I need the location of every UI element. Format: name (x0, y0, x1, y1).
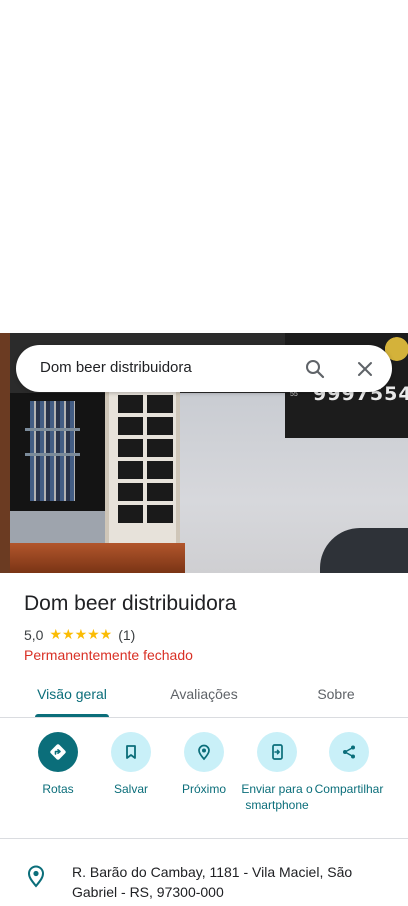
directions-icon (38, 732, 78, 772)
tab-about[interactable]: Sobre (310, 686, 362, 702)
nearby-icon (184, 732, 224, 772)
location-pin-icon (26, 864, 46, 888)
tab-bar: Visão geral Avaliações Sobre (0, 676, 408, 718)
rating-row[interactable]: 5,0 ★★★★★ (1) (24, 626, 135, 643)
photo-shelves (30, 401, 75, 501)
map-blank-area (0, 0, 408, 333)
place-title: Dom beer distribuidora (24, 592, 237, 615)
status-badge: Permanentemente fechado (24, 647, 193, 663)
star-rating-icon: ★★★★★ (49, 626, 113, 642)
save-button[interactable]: Salvar (91, 730, 171, 797)
close-icon[interactable] (353, 357, 377, 381)
tab-active-indicator (35, 714, 109, 717)
photo-door-glass (118, 393, 173, 523)
address-row[interactable]: R. Barão do Cambay, 1181 - Vila Maciel, … (0, 856, 408, 906)
photo-floor (5, 511, 110, 543)
send-to-phone-label: Enviar para o smartphone (241, 782, 313, 812)
send-to-phone-icon (257, 732, 297, 772)
review-count: (1) (118, 626, 136, 643)
photo-frame (0, 333, 10, 573)
rating-value: 5,0 (24, 626, 44, 643)
share-button[interactable]: Compartilhar (309, 730, 389, 797)
search-icon[interactable] (303, 357, 327, 381)
search-bar[interactable]: Dom beer distribuidora (16, 345, 392, 392)
share-label: Compartilhar (314, 782, 384, 796)
bookmark-icon (111, 732, 151, 772)
nearby-label: Próximo (181, 782, 226, 796)
tab-reviews[interactable]: Avaliações (166, 686, 242, 702)
photo-step (0, 543, 185, 573)
save-label: Salvar (113, 782, 148, 796)
search-input[interactable]: Dom beer distribuidora (40, 359, 192, 376)
directions-button[interactable]: Rotas (18, 730, 98, 797)
nearby-button[interactable]: Próximo (164, 730, 244, 797)
tab-overview[interactable]: Visão geral (35, 686, 109, 702)
action-bar: Rotas Salvar Próximo Enviar para o smart… (0, 730, 408, 830)
section-divider (0, 838, 408, 839)
address-text: R. Barão do Cambay, 1181 - Vila Maciel, … (72, 864, 353, 900)
send-to-phone-button[interactable]: Enviar para o smartphone (237, 730, 317, 813)
directions-label: Rotas (42, 782, 74, 796)
share-icon (329, 732, 369, 772)
photo-shelf-line (25, 428, 80, 431)
photo-shelf-line (25, 453, 80, 456)
photo-sign-prefix: 55 (290, 391, 298, 398)
